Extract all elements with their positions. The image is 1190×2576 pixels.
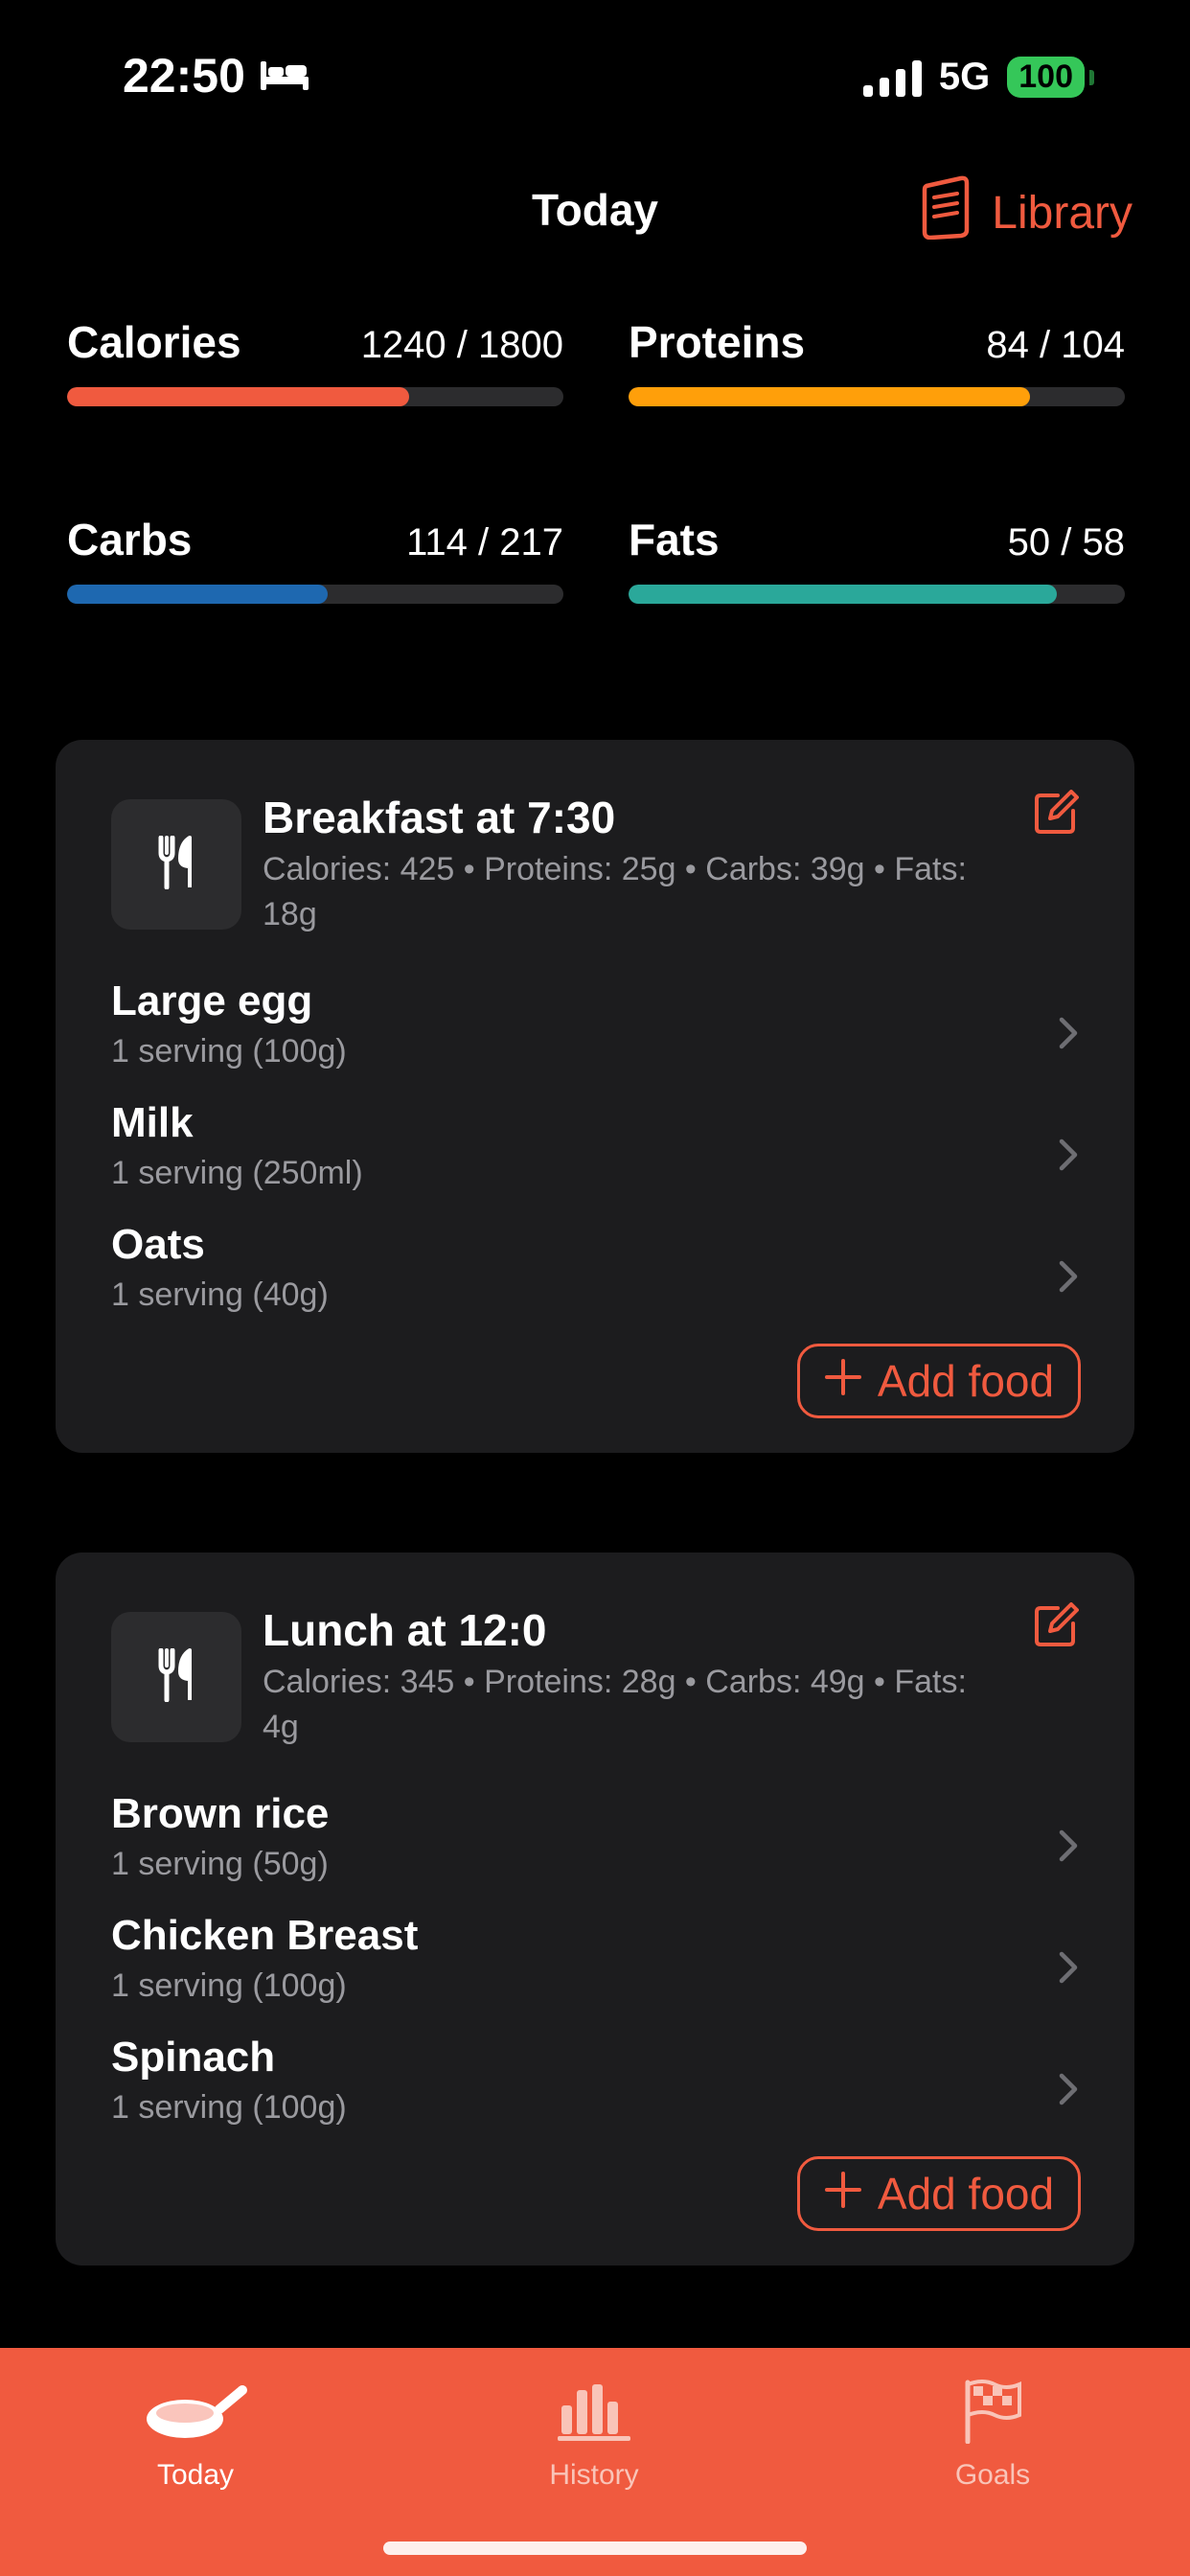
flag-icon	[878, 2375, 1108, 2448]
food-serving: 1 serving (50g)	[111, 1846, 329, 1882]
meal-title: Breakfast at 7:30	[263, 793, 616, 842]
library-label: Library	[992, 187, 1133, 239]
battery-icon: 100	[1007, 57, 1094, 98]
chevron-right-icon	[1058, 1016, 1079, 1055]
macro-value: 114 / 217	[406, 521, 563, 564]
progress-track	[629, 387, 1125, 406]
macro-value: 1240 / 1800	[360, 324, 563, 366]
macro-proteins: Proteins 84 / 104	[629, 316, 1125, 406]
signal-icon	[862, 58, 922, 97]
progress-fill	[629, 387, 1030, 406]
network-label: 5G	[938, 56, 991, 98]
progress-track	[67, 387, 563, 406]
bed-icon	[259, 48, 310, 104]
macro-carbs: Carbs 114 / 217	[67, 514, 563, 604]
macro-label: Carbs	[67, 515, 193, 564]
chevron-right-icon	[1058, 1138, 1079, 1177]
food-serving: 1 serving (100g)	[111, 1967, 347, 2004]
food-row[interactable]: Large egg 1 serving (100g)	[111, 978, 1079, 1092]
bar-chart-icon	[479, 2375, 709, 2448]
home-indicator	[383, 2542, 807, 2555]
progress-fill	[629, 585, 1057, 604]
add-food-label: Add food	[877, 1356, 1055, 1406]
macro-label: Fats	[629, 515, 720, 564]
food-name: Large egg	[111, 978, 313, 1024]
clock-text: 22:50	[123, 49, 245, 103]
chevron-right-icon	[1058, 1828, 1079, 1868]
progress-track	[629, 585, 1125, 604]
plus-icon	[824, 1355, 862, 1407]
tab-label: History	[549, 2459, 639, 2491]
tab-today[interactable]: Today	[80, 2375, 310, 2492]
progress-fill	[67, 585, 328, 604]
macro-value: 84 / 104	[986, 324, 1125, 366]
tab-label: Goals	[954, 2459, 1031, 2491]
food-name: Spinach	[111, 2034, 276, 2081]
chevron-right-icon	[1058, 2072, 1079, 2111]
edit-icon[interactable]	[1033, 1602, 1079, 1653]
book-icon	[919, 174, 973, 251]
food-row[interactable]: Oats 1 serving (40g)	[111, 1221, 1079, 1336]
navigation-bar: Today Library	[0, 163, 1190, 259]
food-row[interactable]: Milk 1 serving (250ml)	[111, 1099, 1079, 1214]
meal-title: Lunch at 12:0	[263, 1605, 547, 1655]
meal-icon-box	[111, 1612, 241, 1742]
status-indicators: 5G 100	[862, 56, 1094, 99]
status-time: 22:50	[123, 48, 310, 104]
food-name: Milk	[111, 1099, 194, 1146]
food-row[interactable]: Spinach 1 serving (100g)	[111, 2034, 1079, 2149]
food-serving: 1 serving (100g)	[111, 1033, 347, 1070]
add-food-label: Add food	[877, 2169, 1055, 2219]
fork-knife-icon	[157, 1647, 195, 1707]
food-row[interactable]: Chicken Breast 1 serving (100g)	[111, 1912, 1079, 2027]
tab-label: Today	[156, 2459, 235, 2491]
tab-goals[interactable]: Goals	[878, 2375, 1108, 2492]
add-food-button[interactable]: Add food	[797, 2156, 1081, 2231]
meal-card-breakfast: Breakfast at 7:30 Calories: 425 • Protei…	[56, 740, 1134, 1453]
macro-label: Proteins	[629, 317, 806, 367]
meal-stats: Calories: 345 • Proteins: 28g • Carbs: 4…	[263, 1664, 967, 1745]
plus-icon	[824, 2168, 862, 2220]
progress-track	[67, 585, 563, 604]
meal-card-lunch: Lunch at 12:0 Calories: 345 • Proteins: …	[56, 1552, 1134, 2266]
food-serving: 1 serving (250ml)	[111, 1155, 363, 1191]
fork-knife-icon	[157, 835, 195, 894]
macro-value: 50 / 58	[1007, 521, 1125, 564]
library-button[interactable]: Library	[919, 174, 1133, 251]
pan-icon	[80, 2375, 310, 2448]
macro-calories: Calories 1240 / 1800	[67, 316, 563, 406]
food-serving: 1 serving (100g)	[111, 2089, 347, 2126]
food-name: Oats	[111, 1221, 205, 1268]
macro-fats: Fats 50 / 58	[629, 514, 1125, 604]
food-name: Brown rice	[111, 1790, 330, 1837]
meal-icon-box	[111, 799, 241, 930]
food-serving: 1 serving (40g)	[111, 1276, 329, 1313]
edit-icon[interactable]	[1033, 790, 1079, 840]
add-food-button[interactable]: Add food	[797, 1344, 1081, 1418]
food-row[interactable]: Brown rice 1 serving (50g)	[111, 1790, 1079, 1905]
progress-fill	[67, 387, 409, 406]
meal-stats: Calories: 425 • Proteins: 25g • Carbs: 3…	[263, 851, 967, 932]
tab-history[interactable]: History	[479, 2375, 709, 2492]
battery-level: 100	[1018, 58, 1073, 95]
macro-label: Calories	[67, 317, 241, 367]
chevron-right-icon	[1058, 1259, 1079, 1299]
status-bar: 22:50 5G 100	[0, 0, 1190, 163]
food-name: Chicken Breast	[111, 1912, 419, 1959]
chevron-right-icon	[1058, 1950, 1079, 1990]
